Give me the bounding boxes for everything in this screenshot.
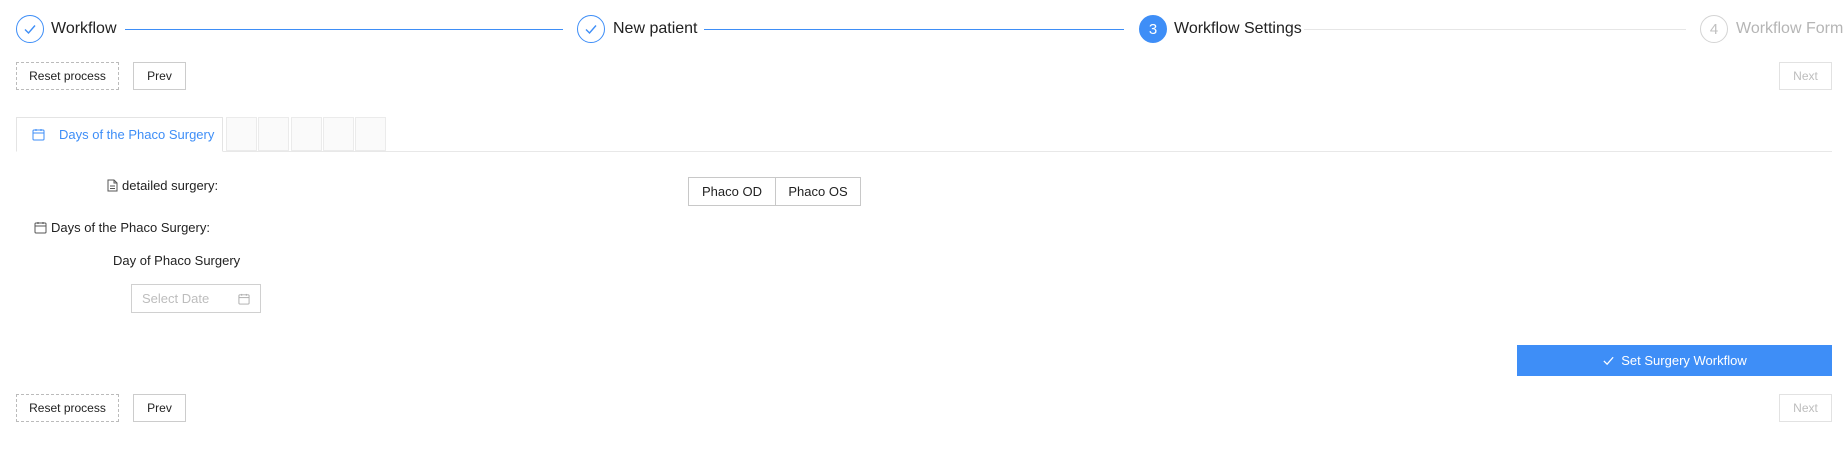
set-surgery-workflow-button[interactable]: Set Surgery Workflow (1517, 345, 1832, 376)
step-1-title: Workflow (51, 20, 117, 37)
tab-empty[interactable] (226, 117, 257, 151)
step-2-title: New patient (613, 20, 698, 37)
reset-process-button[interactable]: Reset process (16, 62, 119, 90)
tab-days-of-phaco-surgery[interactable]: Days of the Phaco Surgery (16, 117, 223, 152)
submit-label: Set Surgery Workflow (1621, 353, 1747, 368)
next-button[interactable]: Next (1779, 394, 1832, 422)
step-4-number: 4 (1700, 15, 1728, 43)
date-picker-input[interactable]: Select Date (131, 284, 261, 313)
step-1-check-icon (16, 15, 44, 43)
tabs-divider (16, 151, 1832, 152)
days-of-phaco-surgery-label: Days of the Phaco Surgery: (34, 220, 210, 235)
step-2-check-icon (577, 15, 605, 43)
day-of-phaco-surgery-label: Day of Phaco Surgery (113, 253, 241, 268)
days-label-text: Days of the Phaco Surgery: (51, 220, 210, 235)
step-3-connector (1304, 29, 1686, 30)
phaco-os-button[interactable]: Phaco OS (775, 177, 861, 206)
step-1-connector (125, 29, 563, 30)
calendar-icon (32, 128, 45, 141)
tab-empty[interactable] (258, 117, 289, 151)
step-4-title: Workflow Form (1736, 20, 1844, 37)
date-placeholder: Select Date (142, 291, 210, 306)
phaco-od-button[interactable]: Phaco OD (688, 177, 776, 206)
tab-empty[interactable] (323, 117, 354, 151)
detailed-surgery-label: detailed surgery: (107, 178, 218, 193)
step-3-number: 3 (1139, 15, 1167, 43)
prev-button[interactable]: Prev (133, 394, 186, 422)
step-2-connector (704, 29, 1124, 30)
tab-empty[interactable] (291, 117, 322, 151)
prev-button[interactable]: Prev (133, 62, 186, 90)
calendar-icon (34, 221, 47, 234)
step-3-title: Workflow Settings (1174, 20, 1302, 37)
file-icon (107, 179, 118, 192)
tab-empty[interactable] (355, 117, 386, 151)
detailed-surgery-text: detailed surgery: (122, 178, 219, 193)
tab-label: Days of the Phaco Surgery (59, 127, 215, 142)
calendar-icon[interactable] (238, 293, 250, 305)
next-button[interactable]: Next (1779, 62, 1832, 90)
reset-process-button[interactable]: Reset process (16, 394, 119, 422)
check-icon (1602, 354, 1615, 367)
